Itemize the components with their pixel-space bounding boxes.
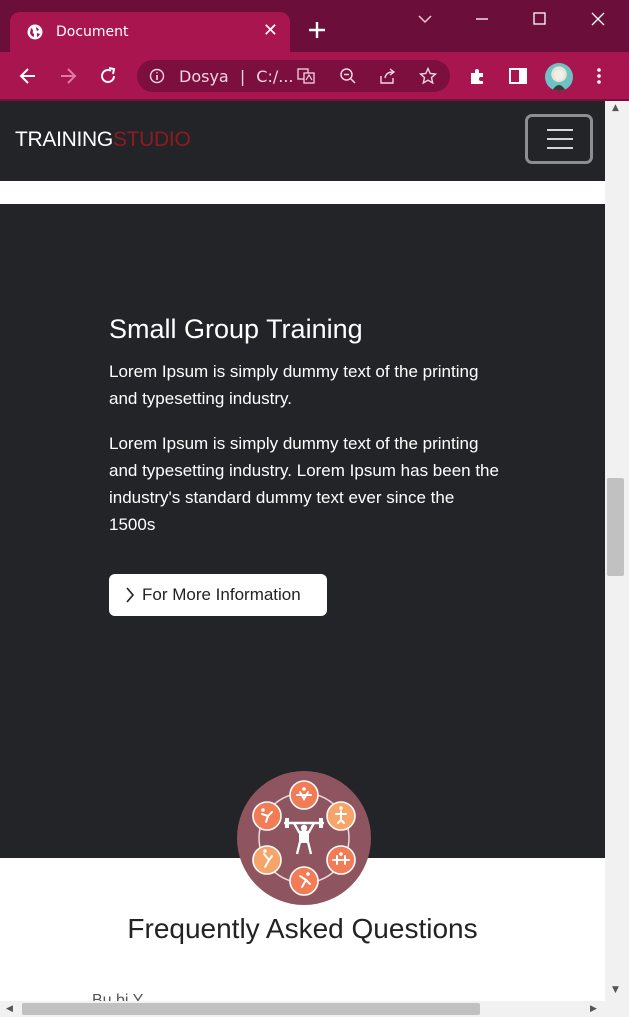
address-text: Dosya | C:/...: [179, 67, 294, 86]
fitness-training-icon: [237, 771, 371, 905]
browser-tab[interactable]: Document ✕: [10, 12, 290, 52]
scroll-right-arrow-icon[interactable]: ▶: [590, 1004, 597, 1014]
scroll-left-arrow-icon[interactable]: ◀: [6, 1004, 13, 1014]
faq-partial-text: Bu bi Y ...: [92, 992, 161, 1001]
address-separator: |: [239, 67, 246, 86]
close-tab-icon[interactable]: ✕: [263, 21, 278, 41]
hero-paragraph-1: Lorem Ipsum is simply dummy text of the …: [109, 362, 479, 408]
back-arrow-icon[interactable]: [18, 66, 38, 86]
hero-title: Small Group Training: [109, 314, 363, 344]
profile-avatar[interactable]: [545, 63, 573, 91]
extensions-icon[interactable]: [468, 66, 488, 86]
tab-search-icon[interactable]: [417, 11, 433, 27]
site-navbar: TRAININGSTUDIO: [0, 101, 605, 181]
brand-accent: STUDIO: [112, 128, 191, 151]
zoom-out-icon[interactable]: [339, 67, 357, 85]
new-tab-icon[interactable]: [306, 19, 328, 41]
more-menu-icon[interactable]: [589, 66, 609, 86]
vertical-scroll-thumb[interactable]: [607, 478, 624, 576]
browser-toolbar: Dosya | C:/...: [0, 52, 629, 100]
side-panel-icon[interactable]: [508, 66, 528, 86]
minimize-icon[interactable]: [474, 11, 490, 27]
navbar-toggle-button[interactable]: [525, 114, 593, 164]
info-icon[interactable]: [149, 68, 165, 84]
address-scheme: Dosya: [179, 67, 229, 86]
vertical-scrollbar[interactable]: ▲ ▼: [605, 101, 629, 1001]
translate-icon[interactable]: [297, 67, 315, 85]
hero-section: Small Group Training Lorem Ipsum is simp…: [0, 204, 605, 905]
horizontal-scroll-thumb[interactable]: [22, 1003, 480, 1015]
scroll-down-arrow-icon[interactable]: ▼: [612, 985, 619, 995]
forward-arrow-icon[interactable]: [58, 66, 78, 86]
maximize-icon[interactable]: [532, 11, 548, 27]
brand-logo[interactable]: TRAININGSTUDIO: [15, 128, 191, 152]
page-viewport: TRAININGSTUDIO Small Group Training Lore…: [0, 101, 605, 1001]
browser-tab-strip: Document ✕: [0, 0, 629, 52]
hamburger-icon-line-top: [547, 129, 573, 131]
more-information-button[interactable]: For More Information: [109, 574, 327, 616]
hamburger-icon-line-middle: [547, 138, 573, 140]
more-information-label: For More Information: [142, 585, 301, 604]
chevron-right-icon: [126, 587, 135, 603]
close-window-icon[interactable]: [590, 11, 606, 27]
brand-primary: TRAINING: [15, 128, 113, 151]
address-path: C:/...: [256, 67, 294, 86]
tab-title: Document: [56, 24, 129, 40]
share-icon[interactable]: [379, 67, 397, 85]
bookmark-star-icon[interactable]: [419, 67, 437, 85]
globe-icon: [27, 24, 43, 40]
address-bar[interactable]: Dosya | C:/...: [137, 60, 450, 92]
hero-paragraph-2: Lorem Ipsum is simply dummy text of the …: [109, 434, 499, 534]
horizontal-scrollbar[interactable]: ◀ ▶: [0, 1001, 629, 1017]
reload-icon[interactable]: [98, 66, 118, 86]
scroll-up-arrow-icon[interactable]: ▲: [612, 103, 619, 113]
section-gap: [0, 181, 605, 204]
profile-picture-icon: [552, 70, 566, 91]
faq-title: Frequently Asked Questions: [127, 913, 478, 944]
hamburger-icon-line-bottom: [547, 147, 573, 149]
